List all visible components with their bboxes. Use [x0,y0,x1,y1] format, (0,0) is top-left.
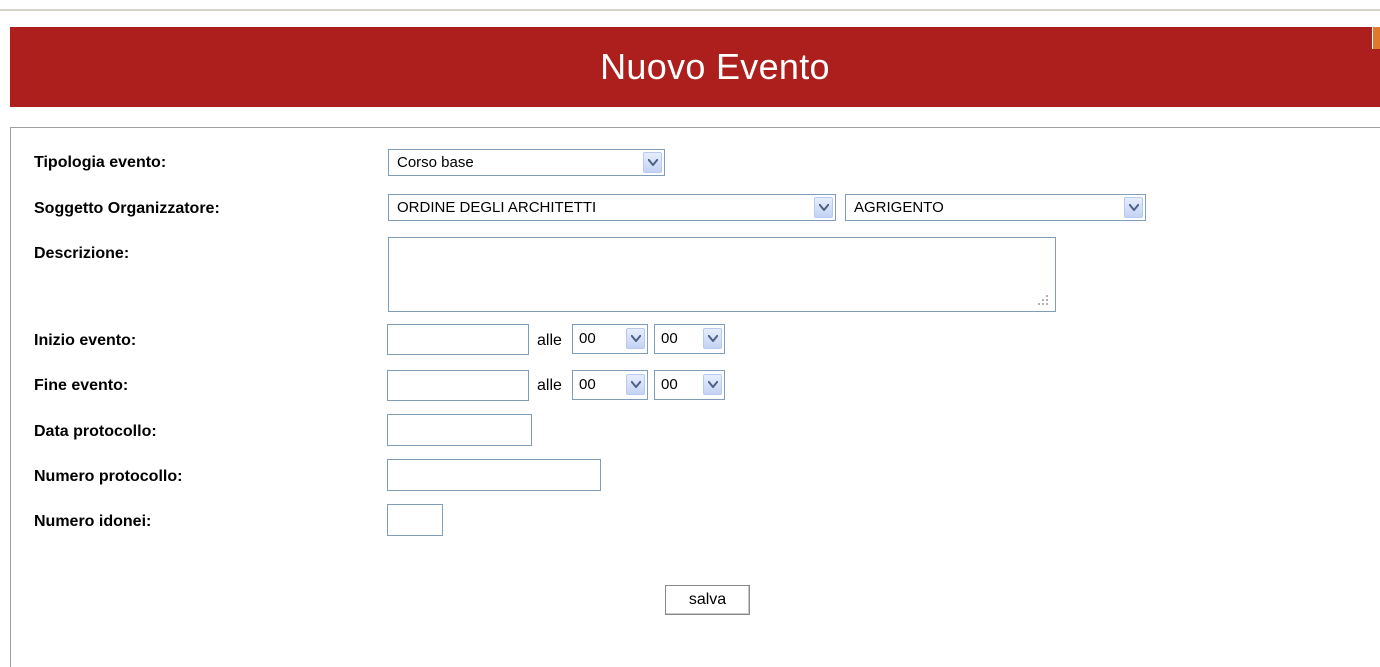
inizio-minute-select[interactable]: 00 [654,324,725,354]
inizio-hour-select[interactable]: 00 [572,324,648,354]
fine-label: Fine evento: [34,377,129,394]
chevron-down-icon[interactable] [814,197,833,218]
chevron-down-icon[interactable] [626,374,645,395]
inizio-minute-value: 00 [661,330,678,347]
soggetto-label: Soggetto Organizzatore: [34,200,220,217]
soggetto-select[interactable]: ORDINE DEGLI ARCHITETTI [388,194,836,221]
inizio-date-input[interactable] [387,324,529,355]
numero-idonei-input[interactable] [387,504,443,536]
soggetto-value: ORDINE DEGLI ARCHITETTI [397,199,597,216]
dialog-header: Nuovo Evento [10,27,1380,107]
close-icon[interactable] [1372,27,1380,49]
window-top-edge [0,0,1380,11]
provincia-select[interactable]: AGRIGENTO [845,194,1146,221]
resize-grip-icon[interactable] [1037,294,1049,306]
chevron-down-icon[interactable] [1124,197,1143,218]
fine-alle-label: alle [537,377,562,394]
numero-protocollo-input[interactable] [387,459,601,491]
chevron-down-icon[interactable] [703,374,722,395]
chevron-down-icon[interactable] [626,328,645,349]
fine-hour-value: 00 [579,376,596,393]
numero-idonei-label: Numero idonei: [34,513,152,530]
provincia-value: AGRIGENTO [854,199,944,216]
data-protocollo-label: Data protocollo: [34,423,157,440]
inizio-label: Inizio evento: [34,332,137,349]
tipologia-select[interactable]: Corso base [388,149,665,176]
inizio-hour-value: 00 [579,330,596,347]
chevron-down-icon[interactable] [643,152,662,173]
fine-minute-select[interactable]: 00 [654,370,725,400]
fine-date-input[interactable] [387,370,529,401]
fine-minute-value: 00 [661,376,678,393]
data-protocollo-input[interactable] [387,414,532,446]
dialog-title: Nuovo Evento [600,46,830,87]
tipologia-label: Tipologia evento: [34,154,167,171]
inizio-alle-label: alle [537,332,562,349]
numero-protocollo-label: Numero protocollo: [34,468,183,485]
descrizione-label: Descrizione: [34,245,130,262]
descrizione-textarea[interactable] [388,237,1056,312]
fine-hour-select[interactable]: 00 [572,370,648,400]
chevron-down-icon[interactable] [703,328,722,349]
save-button[interactable]: salva [665,585,750,615]
tipologia-value: Corso base [397,154,474,171]
